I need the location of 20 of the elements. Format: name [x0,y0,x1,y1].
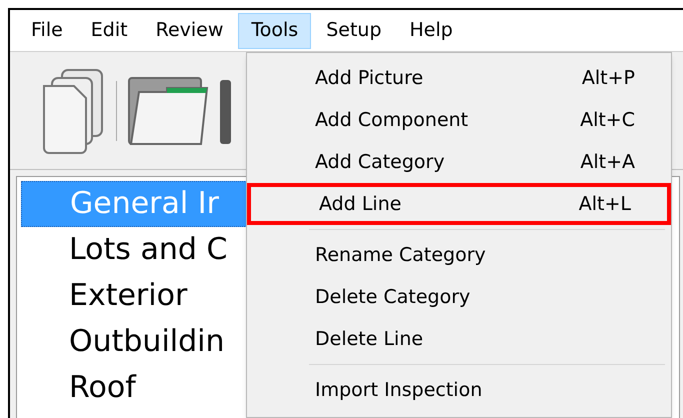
menu-item[interactable]: Tools [238,12,312,48]
menu-option[interactable]: Import Inspection [247,369,671,411]
menu-option[interactable]: Add Line Alt+L [247,183,671,225]
shortcut-label: Alt+C [580,108,635,133]
menu-item[interactable]: Help [396,12,466,48]
menu-option[interactable]: Delete Line [247,318,671,360]
documents-icon[interactable] [40,68,106,154]
menu-option[interactable]: Delete Category [247,276,671,318]
menu-option[interactable]: Rename Category [247,234,671,276]
menu-item[interactable]: Review [142,12,236,48]
folder-icon[interactable] [127,76,209,146]
menu-item[interactable]: Edit [78,12,141,48]
shortcut-label: Alt+P [582,66,635,91]
menu-option[interactable]: Add Category Alt+A [247,141,671,183]
menu-option[interactable]: Add Component Alt+C [247,99,671,141]
shortcut-label: Alt+A [580,150,635,175]
menu-option[interactable]: Add Picture Alt+P [247,57,671,99]
menu-item[interactable]: Setup [313,12,395,48]
shortcut-label: Alt+L [578,192,631,217]
menu-item[interactable]: File [18,12,76,48]
